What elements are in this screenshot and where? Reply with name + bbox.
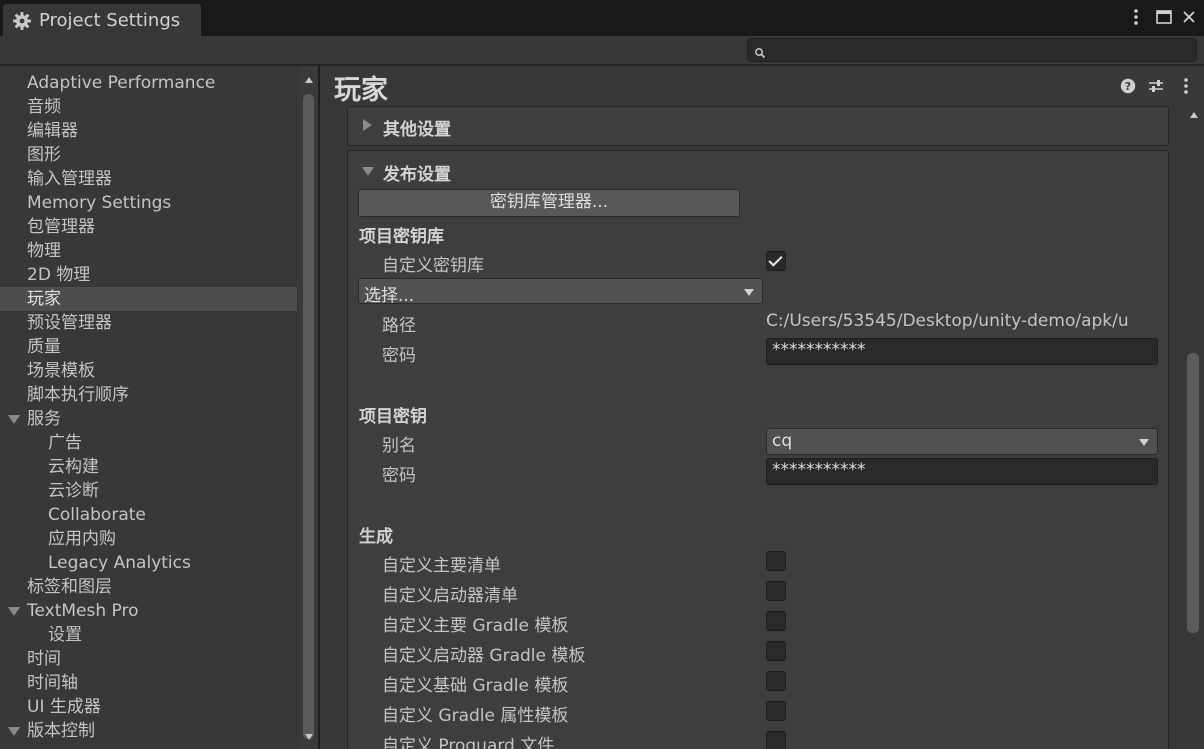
- sidebar-item-preset-manager[interactable]: 预设管理器: [0, 311, 297, 335]
- key-password-field[interactable]: ***********: [766, 458, 1158, 485]
- sidebar-item-input-manager[interactable]: 输入管理器: [0, 167, 297, 191]
- expand-arrow-icon[interactable]: [8, 727, 20, 736]
- keystore-path-value: C:/Users/53545/Desktop/unity-demo/apk/u: [766, 311, 1129, 331]
- custom-gradle-properties-template-checkbox[interactable]: [766, 701, 786, 721]
- more-options-icon[interactable]: [1126, 6, 1146, 28]
- scroll-up-icon[interactable]: [304, 76, 314, 84]
- build-option-label: 自定义 Gradle 属性模板: [382, 706, 569, 726]
- sidebar-item-ui-builder[interactable]: UI 生成器: [0, 695, 297, 719]
- sidebar-item-time[interactable]: 时间: [0, 647, 297, 671]
- chevron-down-icon: [1139, 439, 1149, 446]
- key-password-value: ***********: [772, 460, 866, 480]
- keystore-password-value: ***********: [772, 340, 866, 360]
- build-option-label: 自定义 Proguard 文件: [382, 736, 555, 749]
- project-key-heading: 项目密钥: [359, 407, 427, 427]
- other-settings-group: 其他设置: [347, 106, 1169, 146]
- other-settings-foldout[interactable]: 其他设置: [383, 115, 451, 140]
- sidebar-item-tags-and-layers[interactable]: 标签和图层: [0, 575, 297, 599]
- sidebar-item-memory-settings[interactable]: Memory Settings: [0, 191, 297, 215]
- keystore-select-value: 选择...: [364, 286, 415, 306]
- sidebar-item-graphics[interactable]: 图形: [0, 143, 297, 167]
- custom-keystore-label: 自定义密钥库: [382, 256, 484, 276]
- sidebar-item-scene-template[interactable]: 场景模板: [0, 359, 297, 383]
- build-option-label: 自定义主要 Gradle 模板: [382, 616, 569, 636]
- sidebar-item-in-app-purchasing[interactable]: 应用内购: [0, 527, 297, 551]
- svg-text:?: ?: [1125, 80, 1131, 93]
- sidebar-item-collaborate[interactable]: Collaborate: [0, 503, 297, 527]
- sidebar-item-legacy-analytics[interactable]: Legacy Analytics: [0, 551, 297, 575]
- custom-main-gradle-template-checkbox[interactable]: [766, 611, 786, 631]
- presets-icon[interactable]: [1148, 78, 1164, 94]
- more-options-icon[interactable]: [1178, 78, 1194, 94]
- sidebar-item-adaptive-performance[interactable]: Adaptive Performance: [0, 71, 297, 95]
- inspector-panel: 玩家 ? 其他设置 发布设置 密钥库管理器... 项目密钥库 自定义密钥库 选择…: [320, 66, 1204, 749]
- search-input[interactable]: [747, 38, 1197, 62]
- sidebar-item-package-manager[interactable]: 包管理器: [0, 215, 297, 239]
- sidebar-item-audio[interactable]: 音频: [0, 95, 297, 119]
- sidebar-item-cloud-diagnostics[interactable]: 云诊断: [0, 479, 297, 503]
- build-option-label: 自定义基础 Gradle 模板: [382, 676, 569, 696]
- scroll-up-icon[interactable]: [1189, 111, 1199, 119]
- toolbar: [0, 36, 1204, 65]
- build-option-label: 自定义主要清单: [382, 556, 501, 576]
- inspector-scrollbar[interactable]: [1184, 103, 1204, 749]
- sidebar-item-timeline[interactable]: 时间轴: [0, 671, 297, 695]
- custom-base-gradle-template-checkbox[interactable]: [766, 671, 786, 691]
- sidebar-item-script-execution-order[interactable]: 脚本执行顺序: [0, 383, 297, 407]
- sidebar-item-player[interactable]: 玩家: [0, 287, 297, 311]
- sidebar-scrollbar[interactable]: [300, 66, 318, 749]
- alias-value: cq: [772, 431, 793, 451]
- keystore-manager-button[interactable]: 密钥库管理器...: [358, 189, 740, 217]
- alias-label: 别名: [382, 436, 416, 456]
- maximize-icon[interactable]: [1153, 6, 1175, 28]
- project-settings-tab[interactable]: Project Settings: [3, 4, 201, 36]
- sidebar-item-physics[interactable]: 物理: [0, 239, 297, 263]
- sidebar-item-editor[interactable]: 编辑器: [0, 119, 297, 143]
- keystore-password-field[interactable]: ***********: [766, 338, 1158, 365]
- close-icon[interactable]: [1178, 6, 1200, 28]
- settings-sidebar: Adaptive Performance 音频 编辑器 图形 输入管理器 Mem…: [0, 66, 300, 749]
- sidebar-item-ads[interactable]: 广告: [0, 431, 297, 455]
- custom-launcher-gradle-template-checkbox[interactable]: [766, 641, 786, 661]
- sidebar-item-cloud-build[interactable]: 云构建: [0, 455, 297, 479]
- title-bar: Project Settings: [0, 0, 1204, 36]
- keystore-password-label: 密码: [382, 346, 416, 366]
- sidebar-item-textmesh-pro[interactable]: TextMesh Pro: [0, 599, 297, 623]
- help-icon[interactable]: ?: [1120, 78, 1136, 94]
- publishing-settings-foldout[interactable]: 发布设置: [383, 160, 451, 185]
- sidebar-item-version-control[interactable]: 版本控制: [0, 719, 297, 743]
- sidebar-item-textmesh-settings[interactable]: 设置: [0, 623, 297, 647]
- project-keystore-heading: 项目密钥库: [359, 227, 444, 247]
- key-password-label: 密码: [382, 466, 416, 486]
- build-option-label: 自定义启动器 Gradle 模板: [382, 646, 586, 666]
- custom-main-manifest-checkbox[interactable]: [766, 551, 786, 571]
- gear-icon: [12, 11, 32, 31]
- custom-proguard-file-checkbox[interactable]: [766, 731, 786, 749]
- search-icon: [754, 44, 766, 59]
- expand-arrow-icon[interactable]: [8, 607, 20, 616]
- alias-dropdown[interactable]: cq: [766, 428, 1158, 455]
- collapsed-arrow-icon[interactable]: [363, 119, 372, 131]
- sidebar-item-services[interactable]: 服务: [0, 407, 297, 431]
- build-heading: 生成: [359, 527, 393, 547]
- expanded-arrow-icon[interactable]: [362, 167, 374, 176]
- chevron-down-icon: [744, 289, 754, 296]
- scroll-down-icon[interactable]: [304, 733, 314, 741]
- tab-title: Project Settings: [39, 10, 181, 31]
- keystore-select-dropdown[interactable]: 选择...: [358, 278, 763, 306]
- expand-arrow-icon[interactable]: [8, 415, 20, 424]
- page-title: 玩家: [334, 75, 388, 106]
- keystore-path-label: 路径: [382, 316, 416, 336]
- inspector-scrollbar-thumb[interactable]: [1187, 353, 1199, 633]
- sidebar-item-physics-2d[interactable]: 2D 物理: [0, 263, 297, 287]
- custom-launcher-manifest-checkbox[interactable]: [766, 581, 786, 601]
- sidebar-scrollbar-thumb[interactable]: [303, 94, 314, 739]
- build-option-label: 自定义启动器清单: [382, 586, 518, 606]
- publishing-settings-group: 发布设置 密钥库管理器... 项目密钥库 自定义密钥库 选择... 路径 C:/…: [347, 150, 1169, 749]
- sidebar-item-quality[interactable]: 质量: [0, 335, 297, 359]
- custom-keystore-checkbox[interactable]: [766, 251, 786, 271]
